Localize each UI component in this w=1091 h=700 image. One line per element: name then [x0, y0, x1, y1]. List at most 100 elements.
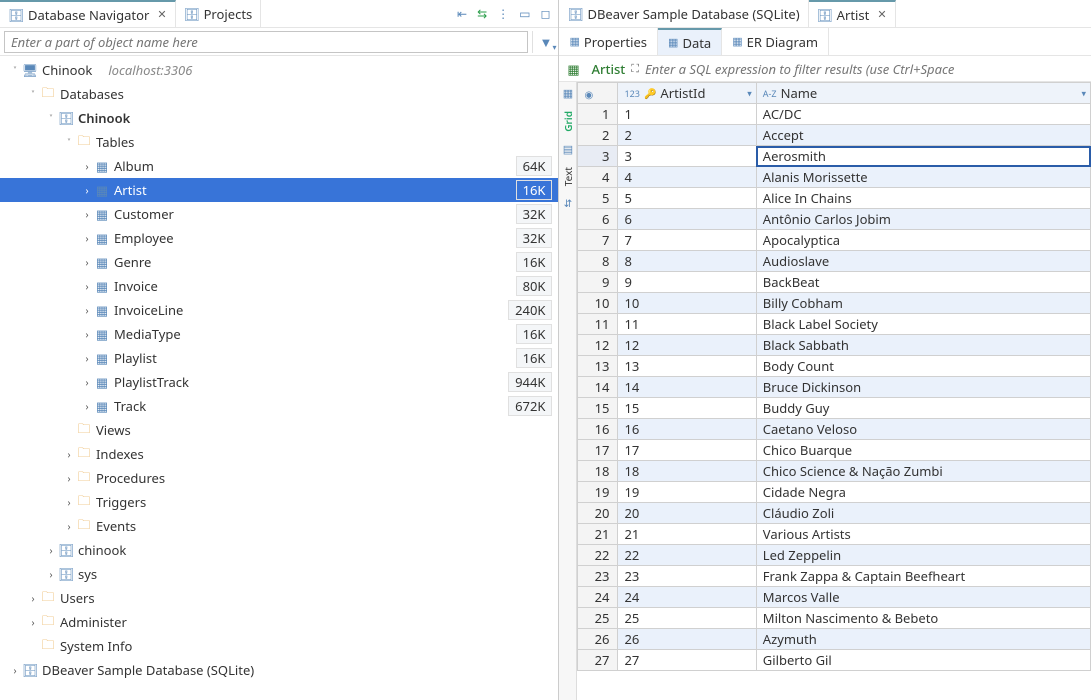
chevron-down-icon[interactable]: ▾ [747, 87, 752, 100]
rownum-cell[interactable]: 10 [578, 293, 618, 314]
menu-icon[interactable]: ⋮ [497, 5, 509, 22]
rownum-cell[interactable]: 16 [578, 419, 618, 440]
rownum-cell[interactable]: 6 [578, 209, 618, 230]
cell-name[interactable]: Milton Nascimento & Bebeto [756, 608, 1090, 629]
table-row[interactable]: 2323Frank Zappa & Captain Beefheart [578, 566, 1091, 587]
table-row[interactable]: 1717Chico Buarque [578, 440, 1091, 461]
tree-item-chinook[interactable]: ˅🗄Chinook [0, 106, 558, 130]
tree-item-indexes[interactable]: ›🗀Indexes [0, 442, 558, 466]
tree-item-genre[interactable]: ›▦Genre16K [0, 250, 558, 274]
cell-name[interactable]: Antônio Carlos Jobim [756, 209, 1090, 230]
cell-artistid[interactable]: 13 [618, 356, 756, 377]
table-row[interactable]: 44Alanis Morissette [578, 167, 1091, 188]
rownum-cell[interactable]: 26 [578, 629, 618, 650]
cell-name[interactable]: Buddy Guy [756, 398, 1090, 419]
rownum-cell[interactable]: 14 [578, 377, 618, 398]
text-mode-button[interactable]: Text [561, 163, 575, 190]
navigator-tree[interactable]: ˅🖥Chinooklocalhost:3306˅🗀Databases˅🗄Chin… [0, 56, 558, 700]
tree-item-sys[interactable]: ›🗄sys [0, 562, 558, 586]
twist-icon[interactable]: ˅ [8, 63, 22, 77]
twist-icon[interactable]: ˅ [62, 135, 76, 149]
table-row[interactable]: 1818Chico Science & Nação Zumbi [578, 461, 1091, 482]
tree-item-playlist[interactable]: ›▦Playlist16K [0, 346, 558, 370]
cell-artistid[interactable]: 5 [618, 188, 756, 209]
table-row[interactable]: 1313Body Count [578, 356, 1091, 377]
twist-icon[interactable]: › [26, 591, 40, 605]
tree-item-album[interactable]: ›▦Album64K [0, 154, 558, 178]
rownum-cell[interactable]: 9 [578, 272, 618, 293]
cell-name[interactable]: Alice In Chains [756, 188, 1090, 209]
tree-item-chinook[interactable]: ›🗄chinook [0, 538, 558, 562]
cell-artistid[interactable]: 25 [618, 608, 756, 629]
cell-name[interactable]: Aerosmith [756, 146, 1090, 167]
cell-artistid[interactable]: 3 [618, 146, 756, 167]
cell-artistid[interactable]: 10 [618, 293, 756, 314]
tree-item-system-info[interactable]: 🗀System Info [0, 634, 558, 658]
rownum-cell[interactable]: 20 [578, 503, 618, 524]
cell-artistid[interactable]: 22 [618, 545, 756, 566]
cell-name[interactable]: Caetano Veloso [756, 419, 1090, 440]
minimize-icon[interactable]: ▭ [519, 5, 530, 22]
tree-item-track[interactable]: ›▦Track672K [0, 394, 558, 418]
column-header-name[interactable]: A-ZName▾ [756, 83, 1090, 104]
twist-icon[interactable]: › [62, 447, 76, 461]
rownum-cell[interactable]: 3 [578, 146, 618, 167]
cell-artistid[interactable]: 8 [618, 251, 756, 272]
tree-item-databases[interactable]: ˅🗀Databases [0, 82, 558, 106]
rownum-cell[interactable]: 1 [578, 104, 618, 125]
twist-icon[interactable]: › [80, 255, 94, 269]
tree-item-invoice[interactable]: ›▦Invoice80K [0, 274, 558, 298]
cell-name[interactable]: Apocalyptica [756, 230, 1090, 251]
chevron-down-icon[interactable]: ▾ [1081, 87, 1086, 100]
twist-icon[interactable]: › [80, 375, 94, 389]
cell-name[interactable]: Led Zeppelin [756, 545, 1090, 566]
twist-icon[interactable]: ˅ [26, 87, 40, 101]
cell-artistid[interactable]: 11 [618, 314, 756, 335]
table-row[interactable]: 33Aerosmith [578, 146, 1091, 167]
cell-name[interactable]: Bruce Dickinson [756, 377, 1090, 398]
nav-tab-database-navigator[interactable]: 🗄Database Navigator✕ [0, 0, 176, 27]
tree-item-employee[interactable]: ›▦Employee32K [0, 226, 558, 250]
cell-artistid[interactable]: 27 [618, 650, 756, 671]
rownum-cell[interactable]: 2 [578, 125, 618, 146]
cell-artistid[interactable]: 6 [618, 209, 756, 230]
rownum-cell[interactable]: 7 [578, 230, 618, 251]
twist-icon[interactable]: › [80, 183, 94, 197]
cell-name[interactable]: Alanis Morissette [756, 167, 1090, 188]
rownum-cell[interactable]: 21 [578, 524, 618, 545]
tree-item-artist[interactable]: ›▦Artist16K [0, 178, 558, 202]
table-row[interactable]: 1616Caetano Veloso [578, 419, 1091, 440]
table-row[interactable]: 2626Azymuth [578, 629, 1091, 650]
cell-artistid[interactable]: 21 [618, 524, 756, 545]
table-row[interactable]: 66Antônio Carlos Jobim [578, 209, 1091, 230]
cell-name[interactable]: Body Count [756, 356, 1090, 377]
cell-artistid[interactable]: 17 [618, 440, 756, 461]
twist-icon[interactable]: › [80, 207, 94, 221]
link-icon[interactable]: ⇆ [477, 5, 487, 22]
tree-item-events[interactable]: ›🗀Events [0, 514, 558, 538]
twist-icon[interactable]: › [80, 327, 94, 341]
tree-item-chinook[interactable]: ˅🖥Chinooklocalhost:3306 [0, 58, 558, 82]
nav-search-input[interactable] [4, 31, 528, 53]
rownum-cell[interactable]: 15 [578, 398, 618, 419]
table-row[interactable]: 77Apocalyptica [578, 230, 1091, 251]
tree-item-users[interactable]: ›🗀Users [0, 586, 558, 610]
table-row[interactable]: 2525Milton Nascimento & Bebeto [578, 608, 1091, 629]
cell-name[interactable]: Various Artists [756, 524, 1090, 545]
cell-name[interactable]: Black Sabbath [756, 335, 1090, 356]
subtab-er-diagram[interactable]: ▦ER Diagram [722, 28, 829, 55]
cell-artistid[interactable]: 20 [618, 503, 756, 524]
cell-artistid[interactable]: 24 [618, 587, 756, 608]
twist-icon[interactable]: › [80, 351, 94, 365]
twist-icon[interactable]: › [62, 495, 76, 509]
table-row[interactable]: 1111Black Label Society [578, 314, 1091, 335]
cell-artistid[interactable]: 19 [618, 482, 756, 503]
cell-name[interactable]: Chico Science & Nação Zumbi [756, 461, 1090, 482]
grid-mode-button[interactable]: Grid [561, 107, 575, 136]
cell-name[interactable]: Cidade Negra [756, 482, 1090, 503]
rownum-cell[interactable]: 27 [578, 650, 618, 671]
tree-item-dbeaver-sample-database-(sqlite)[interactable]: ›🗄DBeaver Sample Database (SQLite) [0, 658, 558, 682]
table-row[interactable]: 1515Buddy Guy [578, 398, 1091, 419]
rownum-header[interactable]: ◉ [578, 83, 618, 104]
record-mode-icon[interactable]: ⇵ [564, 196, 572, 210]
